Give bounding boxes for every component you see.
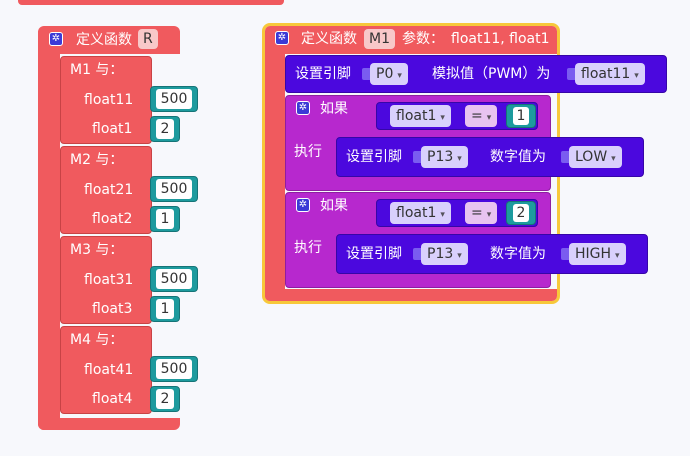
dropdown-arrow-icon: ▾ (440, 113, 445, 123)
pin-dropdown[interactable]: P13 ▾ (421, 243, 468, 265)
digital-value-label: 数字值为 (490, 149, 546, 165)
number-field[interactable]: 500 (156, 179, 192, 199)
param-name: float4 (92, 391, 133, 407)
number-field[interactable]: 2 (513, 204, 529, 222)
dropdown-arrow-icon: ▾ (457, 251, 462, 261)
param-name: float3 (92, 301, 133, 317)
number-field[interactable]: 2 (156, 389, 174, 409)
param-group-label: M1 与： (70, 62, 124, 78)
partial-block-top[interactable] (18, 0, 284, 5)
procedure-arm (265, 52, 285, 301)
pin-dropdown[interactable]: P0 ▾ (370, 63, 408, 85)
analog-value-label: 模拟值（PWM）为 (432, 66, 551, 82)
digital-value-label: 数字值为 (490, 246, 546, 262)
if-label: 如果 (320, 198, 348, 214)
number-field[interactable]: 2 (156, 119, 174, 139)
dropdown-arrow-icon: ▾ (634, 71, 639, 81)
gear-icon[interactable]: ✲ (49, 32, 63, 46)
procedure-name-field[interactable]: R (138, 29, 158, 49)
number-field[interactable]: 500 (156, 269, 192, 289)
dropdown-arrow-icon: ▾ (397, 71, 402, 81)
set-pin-label: 设置引脚 (295, 66, 351, 82)
operator-dropdown[interactable]: = ▾ (465, 202, 498, 224)
gear-icon[interactable]: ✲ (296, 198, 310, 212)
dropdown-arrow-icon: ▾ (615, 251, 620, 261)
set-pin-label: 设置引脚 (346, 246, 402, 262)
param-name: float2 (92, 211, 133, 227)
number-field[interactable]: 1 (513, 107, 529, 125)
procedure-header-label: 定义函数 (76, 32, 132, 48)
number-field[interactable]: 1 (156, 209, 174, 229)
param-name: float41 (84, 362, 134, 378)
do-label: 执行 (294, 240, 322, 256)
level-dropdown[interactable]: LOW ▾ (569, 146, 622, 168)
gear-icon[interactable]: ✲ (275, 31, 289, 45)
dropdown-arrow-icon: ▾ (486, 210, 492, 220)
level-dropdown[interactable]: HIGH ▾ (569, 243, 626, 265)
variable-dropdown[interactable]: float1 ▾ (390, 202, 451, 224)
params-list: float11, float1 (451, 31, 550, 47)
number-field[interactable]: 1 (156, 299, 174, 319)
dropdown-arrow-icon: ▾ (486, 113, 492, 123)
variable-dropdown[interactable]: float1 ▾ (390, 105, 451, 127)
pin-dropdown[interactable]: P13 ▾ (421, 146, 468, 168)
number-field[interactable]: 500 (156, 89, 192, 109)
param-group-label: M2 与： (70, 152, 124, 168)
do-label: 执行 (294, 144, 322, 160)
procedure-arm (38, 52, 60, 430)
param-group-label: M3 与： (70, 242, 124, 258)
param-group-label: M4 与： (70, 332, 124, 348)
number-field[interactable]: 500 (156, 359, 192, 379)
procedure-name-field[interactable]: M1 (364, 29, 395, 49)
procedure-footer (38, 418, 180, 430)
dropdown-arrow-icon: ▾ (457, 154, 462, 164)
param-name: float11 (84, 92, 134, 108)
if-label: 如果 (320, 101, 348, 117)
dropdown-arrow-icon: ▾ (611, 154, 616, 164)
params-label: 参数： (402, 31, 444, 47)
param-name: float21 (84, 182, 134, 198)
procedure-footer (265, 289, 557, 301)
dropdown-arrow-icon: ▾ (440, 210, 445, 220)
gear-icon[interactable]: ✲ (296, 101, 310, 115)
set-pin-label: 设置引脚 (346, 149, 402, 165)
param-name: float1 (92, 121, 133, 137)
param-name: float31 (84, 272, 134, 288)
variable-dropdown[interactable]: float11 ▾ (575, 63, 645, 85)
operator-dropdown[interactable]: = ▾ (465, 105, 498, 127)
procedure-header-label: 定义函数 (301, 31, 357, 47)
